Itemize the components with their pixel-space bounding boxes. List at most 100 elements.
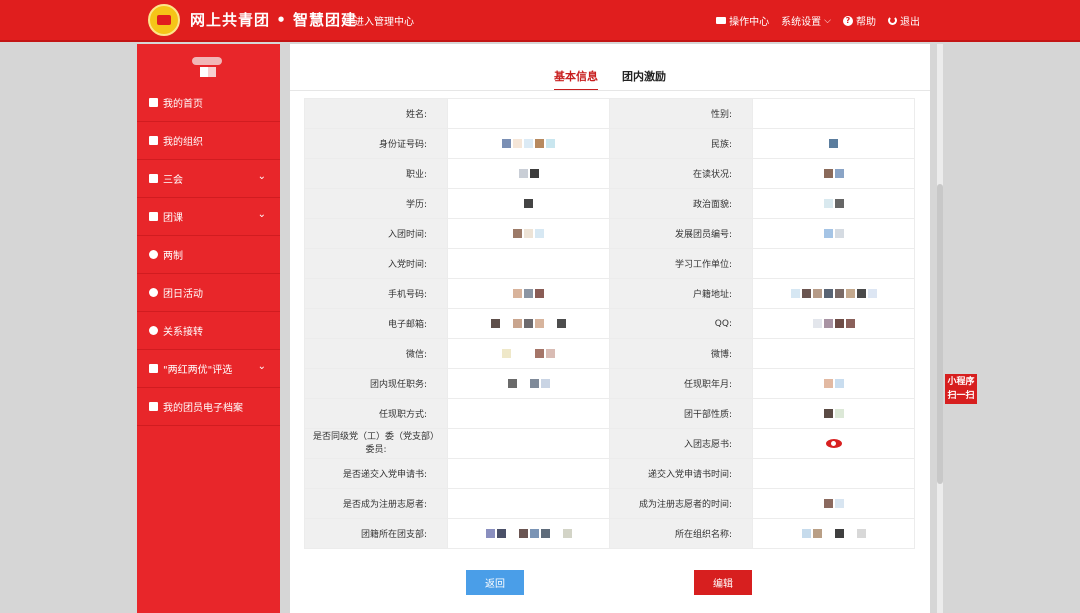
- back-button[interactable]: 返回: [466, 570, 524, 595]
- table-row: 团内现任职务: 任现职年月:: [304, 368, 915, 399]
- field-label: 性别:: [609, 98, 753, 129]
- table-row: 身份证号码: 民族:: [304, 128, 915, 159]
- field-label: 是否同级党（工）委（党支部）委员:: [304, 428, 448, 459]
- field-value: [752, 98, 915, 129]
- sidebar-item-label: "两红两优"评选: [163, 365, 233, 376]
- table-row: 任现职方式: 团干部性质:: [304, 398, 915, 429]
- field-label: 发展团员编号:: [609, 218, 753, 249]
- field-label: 姓名:: [304, 98, 448, 129]
- field-label: 入团时间:: [304, 218, 448, 249]
- table-row: 是否同级党（工）委（党支部）委员: 入团志愿书:: [304, 428, 915, 459]
- table-row: 是否成为注册志愿者: 成为注册志愿者的时间:: [304, 488, 915, 519]
- tab-bar: 基本信息 团内激励: [290, 68, 930, 91]
- field-value: [447, 98, 610, 129]
- sidebar-item-label: 我的首页: [163, 99, 203, 110]
- help-icon: ?: [843, 15, 853, 26]
- checkbox-icon: [149, 364, 158, 373]
- field-value: [752, 158, 915, 189]
- chevron-down-icon: ⌄: [257, 171, 266, 182]
- field-label: 政治面貌:: [609, 188, 753, 219]
- ops-center-label: 操作中心: [729, 17, 770, 28]
- tab-incentive[interactable]: 团内激励: [622, 68, 666, 84]
- admin-center-link[interactable]: 进入管理中心: [354, 13, 414, 28]
- field-value: [447, 128, 610, 159]
- field-label: 学历:: [304, 188, 448, 219]
- sidebar-item-label: 我的团员电子档案: [163, 403, 243, 414]
- field-label: 在读状况:: [609, 158, 753, 189]
- recycle-icon: [149, 288, 158, 297]
- avatar: [192, 57, 222, 81]
- scrollbar-thumb[interactable]: [937, 184, 943, 484]
- field-value: [752, 248, 915, 279]
- sidebar-item-league-day[interactable]: 团日活动: [137, 274, 280, 312]
- mail-icon: [716, 17, 727, 24]
- field-value[interactable]: [752, 428, 915, 459]
- table-row: 团籍所在团支部: 所在组织名称:: [304, 518, 915, 549]
- eye-icon[interactable]: [825, 438, 842, 448]
- home-icon: [149, 98, 158, 107]
- field-value: [752, 128, 915, 159]
- field-label: 电子邮箱:: [304, 308, 448, 339]
- field-value: [447, 398, 610, 429]
- field-value: [752, 458, 915, 489]
- field-value: [752, 338, 915, 369]
- sidebar-item-home[interactable]: 我的首页: [137, 84, 280, 122]
- top-nav: 操作中心 系统设置 ⌵ ? 帮助 退出: [716, 13, 920, 28]
- field-value: [447, 278, 610, 309]
- refresh-icon: [149, 326, 158, 335]
- field-label: 所在组织名称:: [609, 518, 753, 549]
- sidebar-menu: 我的首页 我的组织 三会 ⌄ 团课 ⌄ 两制 团日活动 关系接转 "两红两优"评…: [137, 84, 280, 426]
- ops-center-link[interactable]: 操作中心: [716, 13, 769, 28]
- field-value: [447, 518, 610, 549]
- sidebar-item-label: 团课: [163, 213, 183, 224]
- help-label: 帮助: [856, 17, 876, 28]
- field-value: [752, 488, 915, 519]
- table-row: 姓名: 性别:: [304, 98, 915, 129]
- system-settings-label: 系统设置: [781, 17, 822, 28]
- field-value: [447, 248, 610, 279]
- youth-league-logo: [148, 4, 180, 36]
- field-label: 团籍所在团支部:: [304, 518, 448, 549]
- field-label: QQ:: [609, 308, 753, 339]
- table-row: 手机号码: 户籍地址:: [304, 278, 915, 309]
- sidebar-item-label: 关系接转: [163, 327, 203, 338]
- field-label: 职业:: [304, 158, 448, 189]
- sidebar-item-three-meetings[interactable]: 三会 ⌄: [137, 160, 280, 198]
- field-value: [752, 518, 915, 549]
- table-row: 微信: 微博:: [304, 338, 915, 369]
- sidebar-item-transfer[interactable]: 关系接转: [137, 312, 280, 350]
- power-icon: [888, 16, 897, 25]
- field-value: [447, 188, 610, 219]
- table-row: 电子邮箱: QQ:: [304, 308, 915, 339]
- system-settings-menu[interactable]: 系统设置 ⌵: [781, 13, 831, 29]
- field-label: 是否成为注册志愿者:: [304, 488, 448, 519]
- folder-icon: [149, 212, 158, 221]
- logout-label: 退出: [900, 17, 920, 28]
- sidebar-item-selection[interactable]: "两红两优"评选 ⌄: [137, 350, 280, 388]
- mini-program-badge[interactable]: 小程序 扫一扫: [945, 374, 977, 404]
- edit-button[interactable]: 编辑: [694, 570, 752, 595]
- sidebar-item-league-class[interactable]: 团课 ⌄: [137, 198, 280, 236]
- field-value: [752, 308, 915, 339]
- field-label: 递交入党申请书时间:: [609, 458, 753, 489]
- sidebar-item-my-organization[interactable]: 我的组织: [137, 122, 280, 160]
- tab-divider: [290, 90, 930, 91]
- sidebar-item-label: 三会: [163, 175, 183, 186]
- mini-program-label: 小程序: [947, 377, 975, 387]
- help-link[interactable]: ? 帮助: [843, 13, 876, 28]
- sidebar-item-two-systems[interactable]: 两制: [137, 236, 280, 274]
- info-table: 姓名: 性别: 身份证号码: 民族: 职业: 在读状况: 学历: 政治面貌: 入…: [304, 98, 915, 549]
- main-panel: 基本信息 团内激励 姓名: 性别: 身份证号码: 民族: 职业: 在读状况: 学…: [290, 44, 930, 613]
- sidebar-item-archive[interactable]: 我的团员电子档案: [137, 388, 280, 426]
- chevron-down-icon: ⌄: [257, 361, 266, 372]
- table-row: 入党时间: 学习工作单位:: [304, 248, 915, 279]
- tab-basic-info[interactable]: 基本信息: [554, 68, 598, 91]
- field-value: [447, 428, 610, 459]
- users-icon: [149, 136, 158, 145]
- field-value: [752, 278, 915, 309]
- site-title: 网上共青团 • 智慧团建: [190, 11, 358, 29]
- sidebar-item-label: 我的组织: [163, 137, 203, 148]
- field-label: 入团志愿书:: [609, 428, 753, 459]
- logout-link[interactable]: 退出: [888, 13, 920, 28]
- field-value: [447, 218, 610, 249]
